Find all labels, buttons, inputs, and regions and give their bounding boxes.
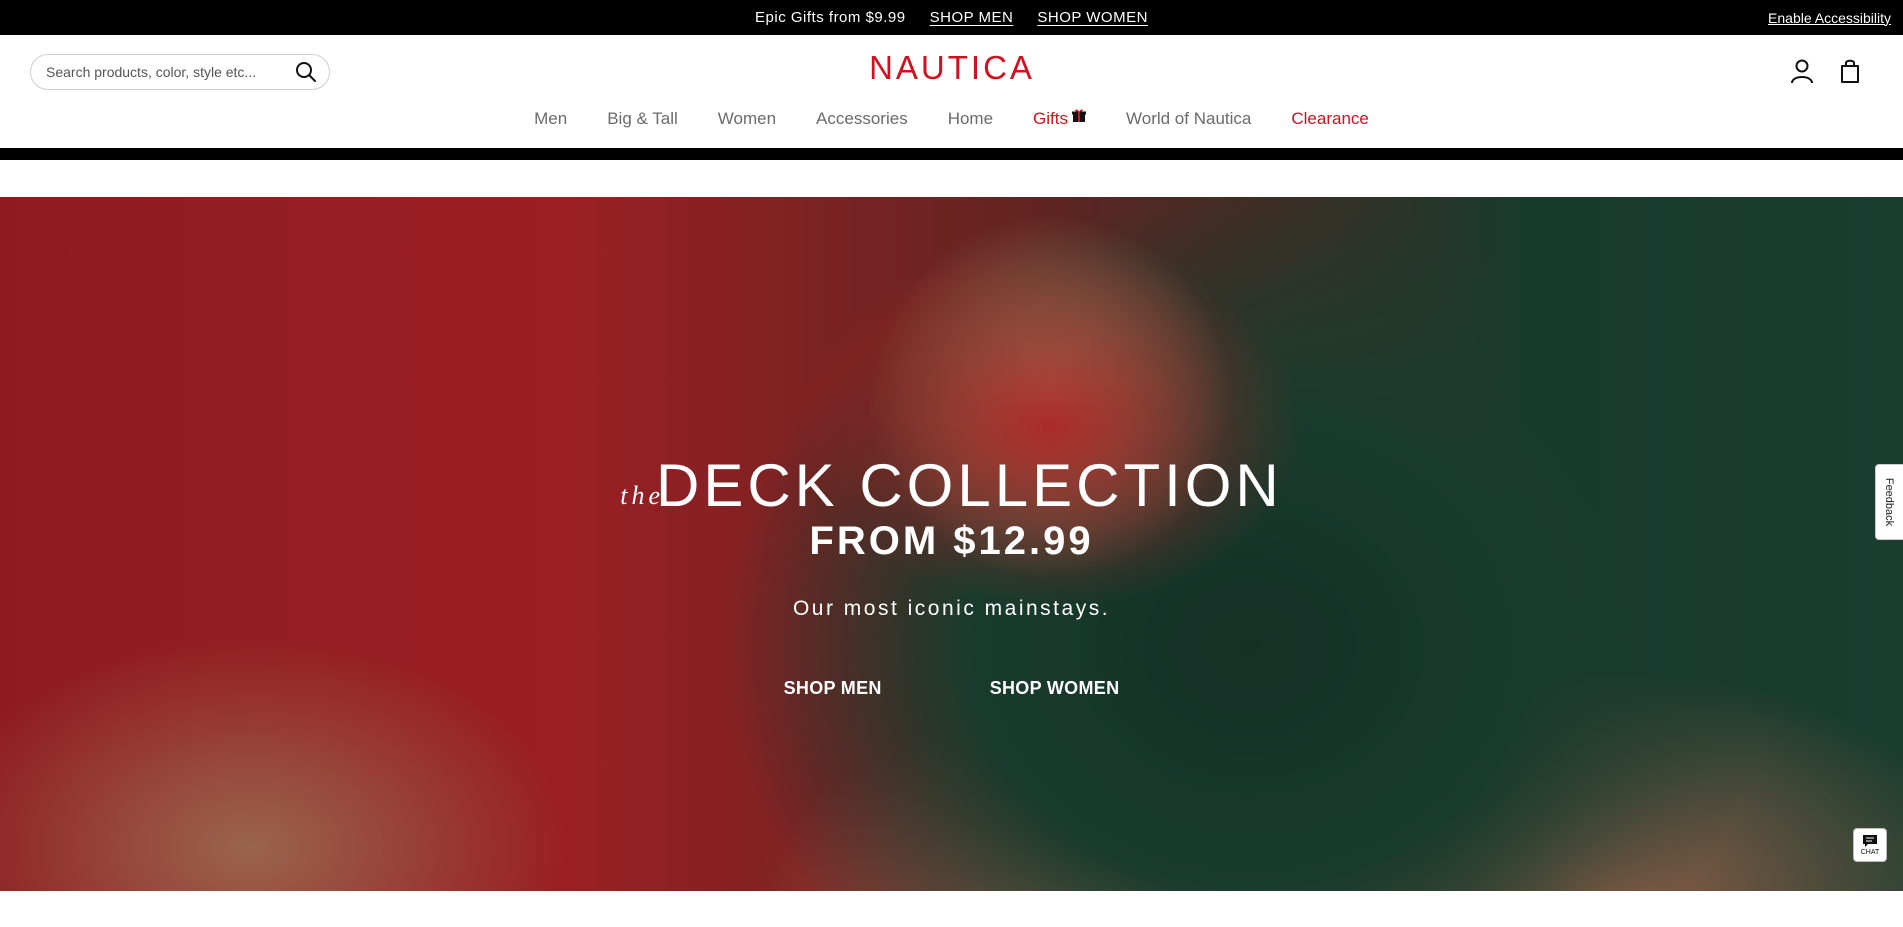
account-icon[interactable]	[1789, 57, 1815, 85]
header-actions	[1789, 57, 1863, 85]
enable-accessibility-link[interactable]: Enable Accessibility	[1768, 0, 1891, 35]
nav-item-home[interactable]: Home	[948, 109, 993, 129]
hero-title-prefix: the	[620, 481, 664, 510]
promo-shop-men-link[interactable]: SHOP MEN	[930, 9, 1014, 26]
header-divider	[0, 148, 1903, 160]
chat-label: CHAT	[1860, 849, 1880, 856]
chat-button[interactable]: CHAT	[1853, 828, 1887, 862]
chat-icon	[1863, 835, 1877, 847]
nav-label: Accessories	[816, 109, 908, 128]
search-input[interactable]	[46, 64, 293, 80]
hero-title-text: DECK COLLECTION	[655, 452, 1283, 519]
promo-message: Epic Gifts from $9.99 SHOP MEN SHOP WOME…	[0, 0, 1903, 35]
nav-label: Men	[534, 109, 568, 128]
promo-text: Epic Gifts from $9.99	[755, 9, 906, 26]
nav-item-world-of-nautica[interactable]: World of Nautica	[1126, 109, 1251, 129]
promo-shop-women-link[interactable]: SHOP WOMEN	[1037, 9, 1148, 26]
gift-icon	[1072, 107, 1086, 122]
nav-label: Big & Tall	[607, 109, 678, 128]
nav-label: Home	[947, 109, 994, 128]
hero-price: FROM $12.99	[809, 519, 1094, 563]
nav-item-big-tall[interactable]: Big & Tall	[607, 109, 678, 129]
nautica-logo[interactable]: NAUTICA	[850, 49, 1054, 87]
nav-item-men[interactable]: Men	[534, 109, 567, 129]
search-icon[interactable]	[293, 59, 319, 85]
main-nav: Men Big & Tall Women Accessories Home Gi…	[0, 103, 1903, 135]
hero-title: the DECK COLLECTION	[0, 451, 1903, 520]
feedback-label: Feedback	[1883, 477, 1896, 527]
nav-item-clearance[interactable]: Clearance	[1291, 109, 1369, 129]
promo-bar: Epic Gifts from $9.99 SHOP MEN SHOP WOME…	[0, 0, 1903, 35]
nav-label: Clearance	[1291, 109, 1369, 128]
search-bar[interactable]	[30, 54, 330, 90]
hero-banner[interactable]: the DECK COLLECTION FROM $12.99 Our most…	[0, 197, 1903, 891]
site-header: NAUTICA Men Big & Tall Women Accessories…	[0, 35, 1903, 148]
hero-subtitle: Our most iconic mainstays.	[792, 597, 1111, 620]
nav-item-gifts[interactable]: Gifts	[1033, 109, 1086, 129]
nav-item-women[interactable]: Women	[718, 109, 776, 129]
nav-item-accessories[interactable]: Accessories	[816, 109, 908, 129]
bag-icon[interactable]	[1837, 57, 1863, 85]
nav-label: Women	[717, 109, 777, 128]
hero-ctas: SHOP MEN SHOP WOMEN	[0, 678, 1903, 699]
hero-shop-men-button[interactable]: SHOP MEN	[784, 678, 882, 699]
hero-shop-women-button[interactable]: SHOP WOMEN	[990, 678, 1120, 699]
nav-label: Gifts	[1033, 109, 1068, 128]
nav-label: World of Nautica	[1126, 109, 1252, 128]
feedback-tab[interactable]: Feedback	[1875, 464, 1903, 540]
hero-content: the DECK COLLECTION FROM $12.99 Our most…	[0, 197, 1903, 891]
